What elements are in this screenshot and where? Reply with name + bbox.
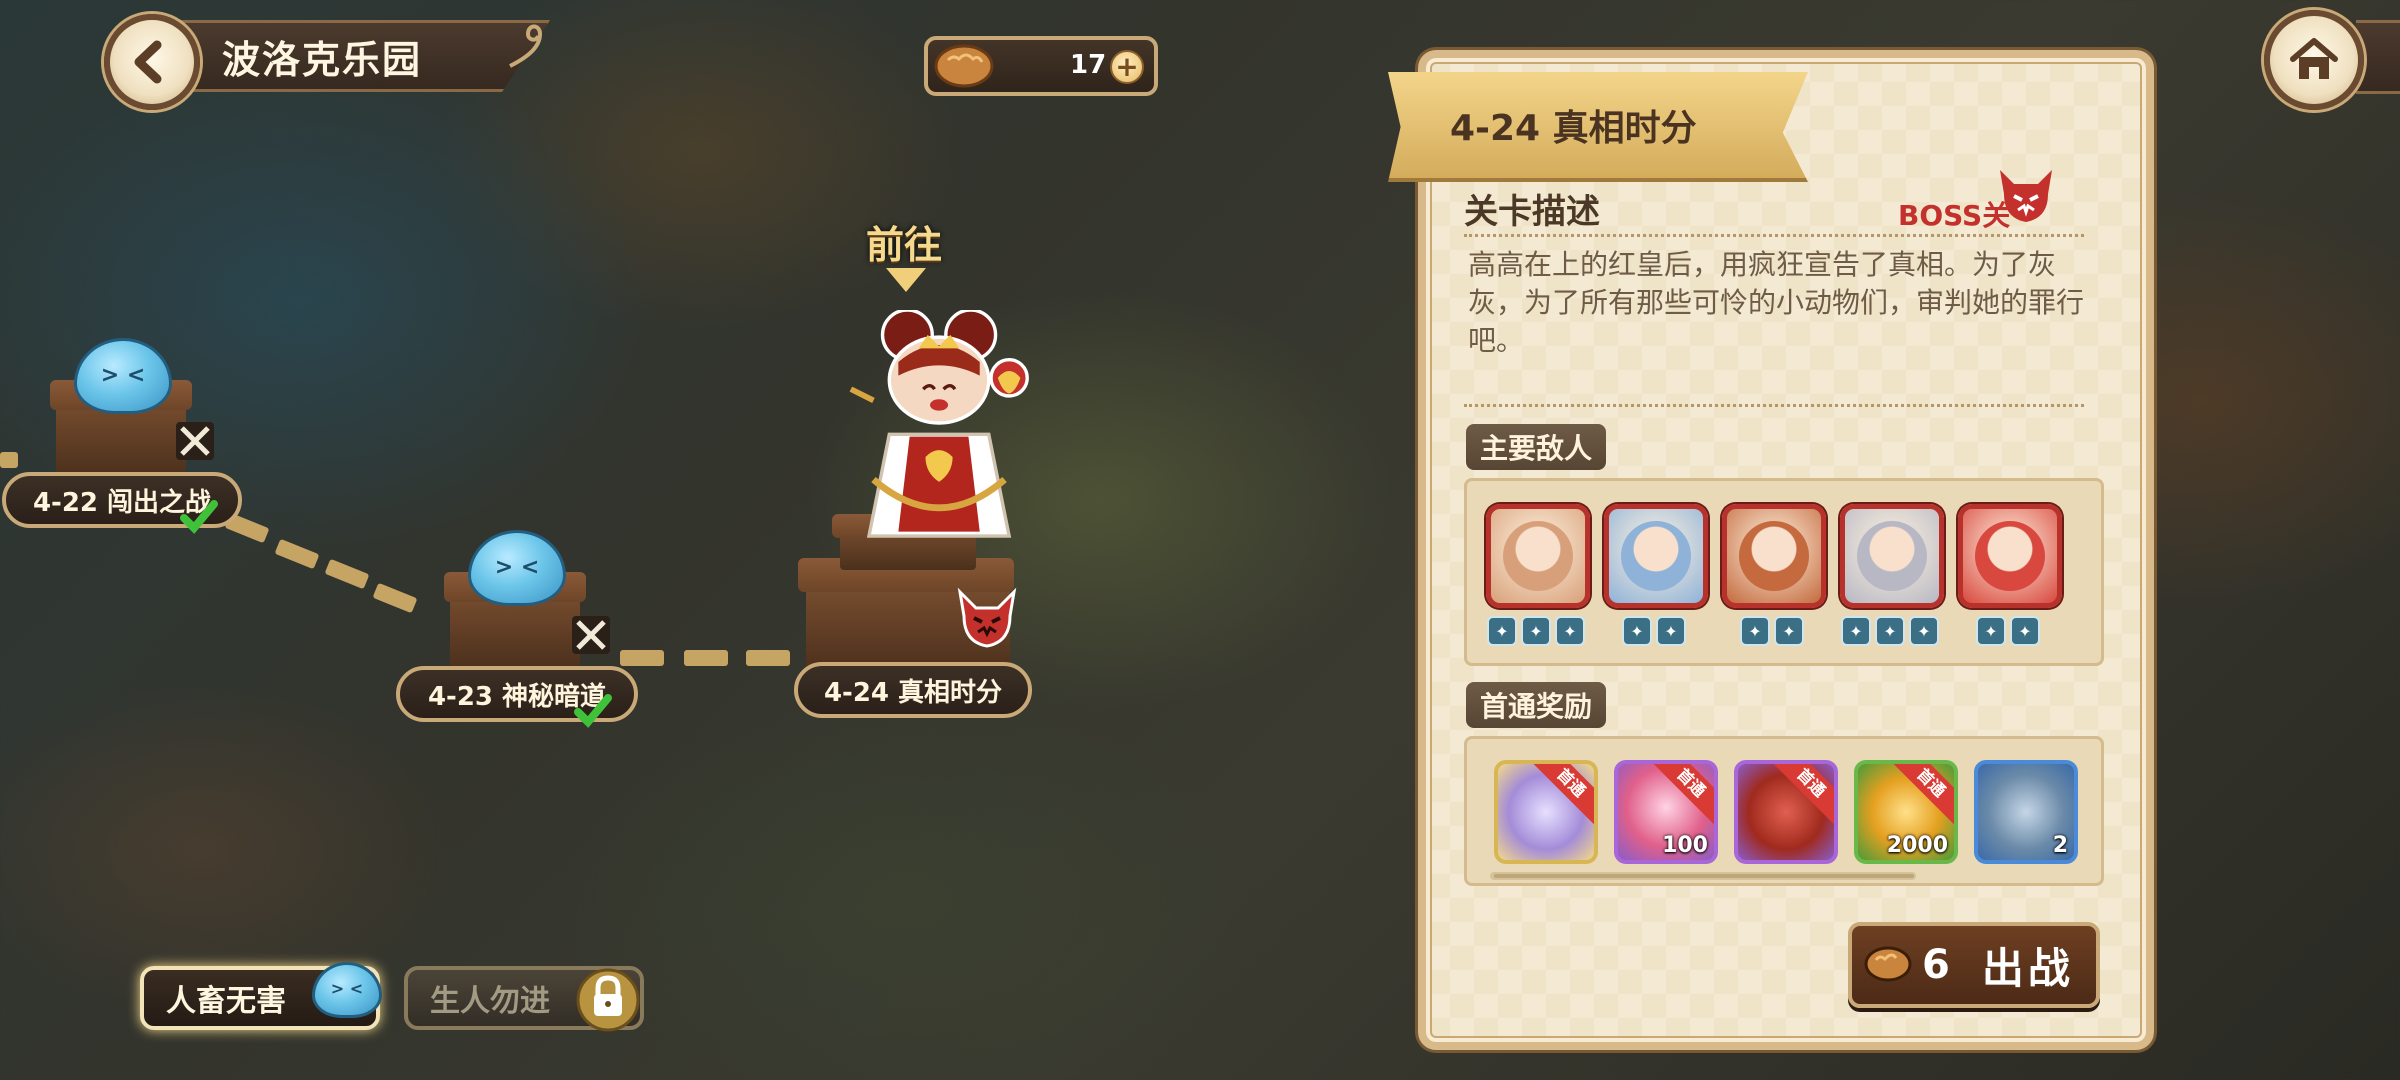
enemy-red-card-soldier[interactable] [1958,504,2062,608]
first-clear-tag: 首通 [1889,764,1954,825]
area-title-bar: 波洛克乐园 [150,20,550,92]
enemy-trait-icon: ✦ [1875,616,1905,646]
rewards-scroll-thumb[interactable] [1494,874,1914,878]
enemies-header: 主要敌人 [1466,424,1607,470]
bread-icon [934,44,994,88]
goto-label: 前往 [866,223,943,267]
red-queen-portrait-icon [1503,521,1573,591]
enemy-trait-icon: ✦ [1909,616,1939,646]
path-segment [274,538,320,570]
check-icon [180,500,218,534]
enemy-red-hood[interactable] [1722,504,1826,608]
home-icon [2290,38,2338,79]
enemy-trait-icon: ✦ [1976,616,2006,646]
home-button[interactable] [2264,10,2364,110]
reward-quantity: 2 [2052,833,2068,858]
path-segment [620,650,664,666]
reward-quantity: 2000 [1886,833,1948,858]
divider [1464,404,2084,407]
path-segment [746,650,790,666]
back-button[interactable] [104,14,200,110]
heart-knight-portrait-icon [1857,521,1927,591]
slime-icon: > < [74,338,172,414]
cleared-swords-icon [572,616,610,654]
stage-label-4-24[interactable]: 4-24 真相时分 [794,662,1032,718]
boss-devil-icon [2000,170,2052,222]
reward-hammer[interactable]: 2 [1974,760,2078,864]
blue-mage-portrait-icon [1621,521,1691,591]
path-segment [324,558,370,590]
reward-gold-coin[interactable]: 首通 2000 [1854,760,1958,864]
enemy-trait-icon: ✦ [1487,616,1517,646]
lock-icon [576,968,640,1032]
stage-description: 高高在上的红皇后，用疯狂宣告了真相。为了灰灰，为了所有那些可怜的小动物们，审判她… [1468,248,2085,357]
enemy-list: ✦ ✦ ✦ ✦ ✦ ✦ ✦ ✦ ✦ ✦ ✦ ✦ [1486,500,2086,650]
boss-devil-icon [957,587,1017,648]
enemy-trait-icon: ✦ [1841,616,1871,646]
first-clear-tag: 首通 [1529,764,1594,825]
bread-count: 17 [1070,50,1107,80]
slime-icon: > < [468,530,566,606]
enemy-trait-icon: ✦ [1740,616,1770,646]
enemy-trait-icon: ✦ [1656,616,1686,646]
enemy-blue-mage[interactable] [1604,504,1708,608]
red-card-soldier-portrait-icon [1975,521,2045,591]
reward-pink-gem[interactable]: 首通 100 [1614,760,1718,864]
goto-arrow-icon [886,268,926,292]
description-title: 关卡描述 [1464,192,1600,232]
enemy-trait-icon: ✦ [1521,616,1551,646]
first-clear-tag: 首通 [1769,764,1834,825]
rewards-header: 首通奖励 [1466,682,1607,728]
enemy-red-queen[interactable] [1486,504,1590,608]
enemy-trait-icon: ✦ [1622,616,1652,646]
stage-title-ribbon: 4-24 真相时分 [1388,72,1808,182]
first-clear-tag: 首通 [1649,764,1714,825]
reward-crystal-scepter[interactable]: 首通 [1494,760,1598,864]
cleared-swords-icon [176,422,214,460]
divider [1464,234,2084,237]
back-arrow-icon [134,40,162,84]
enemy-trait-icon: ✦ [2010,616,2040,646]
red-queen-boss-figure[interactable] [810,310,1050,570]
boss-tag: BOSS关 [1898,199,2011,232]
bread-icon [1864,946,1912,982]
check-icon [574,694,612,728]
path-segment [684,650,728,666]
plus-icon: + [1115,50,1139,83]
reward-red-mask[interactable]: 首通 [1734,760,1838,864]
battle-label: 出战 [1981,943,2074,993]
add-bread-button[interactable]: + [1110,50,1144,84]
path-segment [0,452,18,468]
ornament-swirl-icon [509,24,543,68]
battle-cost: 6 [1922,942,1950,988]
reward-quantity: 100 [1662,833,1708,858]
stage-title: 4-24 真相时分 [1450,108,1697,149]
enemy-trait-icon: ✦ [1555,616,1585,646]
red-hood-portrait-icon [1739,521,1809,591]
enemy-heart-knight[interactable] [1840,504,1944,608]
reward-list: 首通 首通 100 首通 首通 2000 2 [1494,760,2094,870]
area-title: 波洛克乐园 [222,37,423,82]
path-segment [372,582,418,614]
map-path [0,0,1,1]
enemy-trait-icon: ✦ [1774,616,1804,646]
